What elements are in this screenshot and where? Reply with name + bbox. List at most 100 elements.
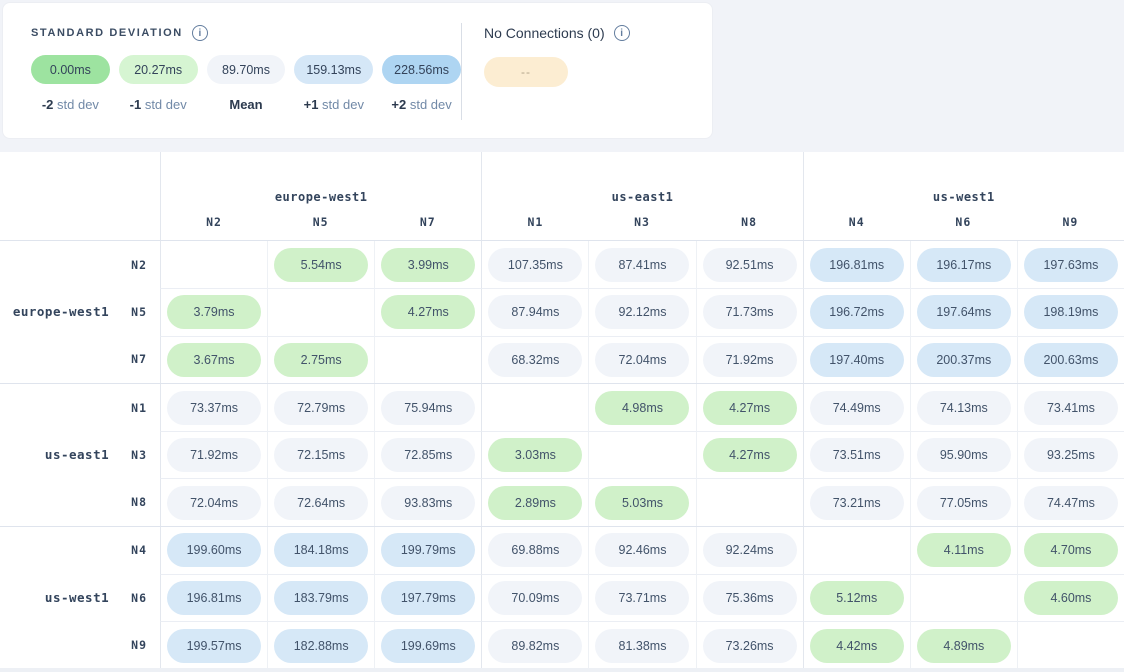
latency-pill[interactable]: 95.90ms — [917, 438, 1011, 472]
latency-pill[interactable]: 5.03ms — [595, 486, 689, 520]
latency-pill[interactable]: 72.15ms — [274, 438, 368, 472]
latency-pill[interactable]: 196.72ms — [810, 295, 904, 329]
latency-pill[interactable]: 4.42ms — [810, 629, 904, 663]
latency-pill[interactable]: 81.38ms — [595, 629, 689, 663]
latency-pill[interactable]: 3.67ms — [167, 343, 261, 377]
latency-pill[interactable]: 107.35ms — [488, 248, 582, 282]
legend-item-label: -2 std dev — [42, 97, 99, 112]
latency-pill[interactable]: 71.92ms — [703, 343, 797, 377]
latency-cell: 69.88ms — [481, 527, 588, 574]
latency-cell — [374, 336, 481, 383]
latency-pill[interactable]: 92.24ms — [703, 533, 797, 567]
latency-cell: 4.70ms — [1017, 527, 1124, 574]
latency-pill[interactable]: 196.81ms — [810, 248, 904, 282]
latency-pill[interactable]: 73.71ms — [595, 581, 689, 615]
latency-pill[interactable]: 197.64ms — [917, 295, 1011, 329]
latency-pill[interactable]: 199.69ms — [381, 629, 475, 663]
latency-pill[interactable]: 92.51ms — [703, 248, 797, 282]
latency-cell: 197.64ms — [910, 288, 1017, 335]
latency-pill[interactable]: 72.04ms — [167, 486, 261, 520]
latency-pill[interactable]: 2.89ms — [488, 486, 582, 520]
latency-pill[interactable]: 4.27ms — [381, 295, 475, 329]
column-region-header: us-east1 — [481, 152, 802, 210]
latency-cell — [803, 527, 910, 574]
latency-pill[interactable]: 4.89ms — [917, 629, 1011, 663]
latency-pill[interactable]: 2.75ms — [274, 343, 368, 377]
latency-pill[interactable]: 5.12ms — [810, 581, 904, 615]
matrix-corner-cell — [0, 210, 160, 240]
latency-pill[interactable]: 87.41ms — [595, 248, 689, 282]
latency-cell — [1017, 621, 1124, 668]
latency-pill[interactable]: 199.60ms — [167, 533, 261, 567]
latency-pill[interactable]: 4.70ms — [1024, 533, 1118, 567]
info-icon[interactable]: i — [614, 25, 630, 41]
latency-pill[interactable]: 199.79ms — [381, 533, 475, 567]
matrix-corner-cell — [0, 152, 160, 210]
latency-pill[interactable]: 92.46ms — [595, 533, 689, 567]
column-node-header: N2 — [160, 210, 267, 240]
latency-pill[interactable]: 72.04ms — [595, 343, 689, 377]
latency-pill[interactable]: 74.47ms — [1024, 486, 1118, 520]
std-dev-legend: 0.00ms-2 std dev20.27ms-1 std dev89.70ms… — [31, 55, 461, 112]
latency-pill[interactable]: 197.79ms — [381, 581, 475, 615]
latency-pill[interactable]: 73.51ms — [810, 438, 904, 472]
row-label-cell: us-east1N3 — [0, 431, 160, 478]
latency-pill[interactable]: 200.63ms — [1024, 343, 1118, 377]
latency-pill[interactable]: 4.60ms — [1024, 581, 1118, 615]
latency-pill[interactable]: 71.73ms — [703, 295, 797, 329]
latency-pill[interactable]: 200.37ms — [917, 343, 1011, 377]
latency-pill[interactable]: 4.27ms — [703, 438, 797, 472]
latency-pill[interactable]: 3.99ms — [381, 248, 475, 282]
latency-pill[interactable]: 197.40ms — [810, 343, 904, 377]
latency-pill[interactable]: 196.17ms — [917, 248, 1011, 282]
row-node-label: N1 — [131, 401, 147, 415]
legend-item-label: Mean — [229, 97, 262, 112]
latency-pill[interactable]: 72.79ms — [274, 391, 368, 425]
latency-pill[interactable]: 183.79ms — [274, 581, 368, 615]
column-node-header: N6 — [910, 210, 1017, 240]
latency-pill[interactable]: 75.36ms — [703, 581, 797, 615]
latency-pill[interactable]: 69.88ms — [488, 533, 582, 567]
no-connections-title: No Connections (0) — [484, 25, 605, 41]
latency-cell: 200.37ms — [910, 336, 1017, 383]
latency-pill[interactable]: 93.25ms — [1024, 438, 1118, 472]
latency-pill[interactable]: 197.63ms — [1024, 248, 1118, 282]
latency-pill[interactable]: 89.82ms — [488, 629, 582, 663]
latency-pill[interactable]: 3.79ms — [167, 295, 261, 329]
latency-cell: 4.27ms — [696, 431, 803, 478]
latency-pill[interactable]: 92.12ms — [595, 295, 689, 329]
latency-cell: 89.82ms — [481, 621, 588, 668]
latency-pill[interactable]: 73.26ms — [703, 629, 797, 663]
latency-pill[interactable]: 196.81ms — [167, 581, 261, 615]
latency-cell: 93.25ms — [1017, 431, 1124, 478]
latency-pill[interactable]: 4.98ms — [595, 391, 689, 425]
latency-pill[interactable]: 77.05ms — [917, 486, 1011, 520]
latency-pill[interactable]: 199.57ms — [167, 629, 261, 663]
latency-pill[interactable]: 5.54ms — [274, 248, 368, 282]
latency-pill[interactable]: 75.94ms — [381, 391, 475, 425]
latency-cell: 4.98ms — [588, 384, 695, 431]
latency-pill[interactable]: 72.64ms — [274, 486, 368, 520]
latency-pill[interactable]: 70.09ms — [488, 581, 582, 615]
latency-pill[interactable]: 184.18ms — [274, 533, 368, 567]
table-row: N9199.57ms182.88ms199.69ms89.82ms81.38ms… — [0, 621, 1124, 668]
latency-cell: 93.83ms — [374, 478, 481, 525]
latency-pill[interactable]: 71.92ms — [167, 438, 261, 472]
latency-pill[interactable]: 72.85ms — [381, 438, 475, 472]
latency-pill[interactable]: 4.27ms — [703, 391, 797, 425]
no-connections-section: No Connections (0) i -- — [462, 3, 712, 138]
latency-pill[interactable]: 73.21ms — [810, 486, 904, 520]
latency-pill[interactable]: 74.49ms — [810, 391, 904, 425]
info-icon[interactable]: i — [192, 25, 208, 41]
matrix-row-group: N1 73.37ms 72.79ms 75.94ms 4.98ms 4.27ms 74.49… — [0, 383, 1124, 526]
latency-pill[interactable]: 73.41ms — [1024, 391, 1118, 425]
latency-pill[interactable]: 3.03ms — [488, 438, 582, 472]
latency-pill[interactable]: 73.37ms — [167, 391, 261, 425]
latency-pill[interactable]: 74.13ms — [917, 391, 1011, 425]
latency-pill[interactable]: 68.32ms — [488, 343, 582, 377]
latency-pill[interactable]: 93.83ms — [381, 486, 475, 520]
latency-pill[interactable]: 4.11ms — [917, 533, 1011, 567]
latency-pill[interactable]: 87.94ms — [488, 295, 582, 329]
latency-pill[interactable]: 198.19ms — [1024, 295, 1118, 329]
latency-pill[interactable]: 182.88ms — [274, 629, 368, 663]
